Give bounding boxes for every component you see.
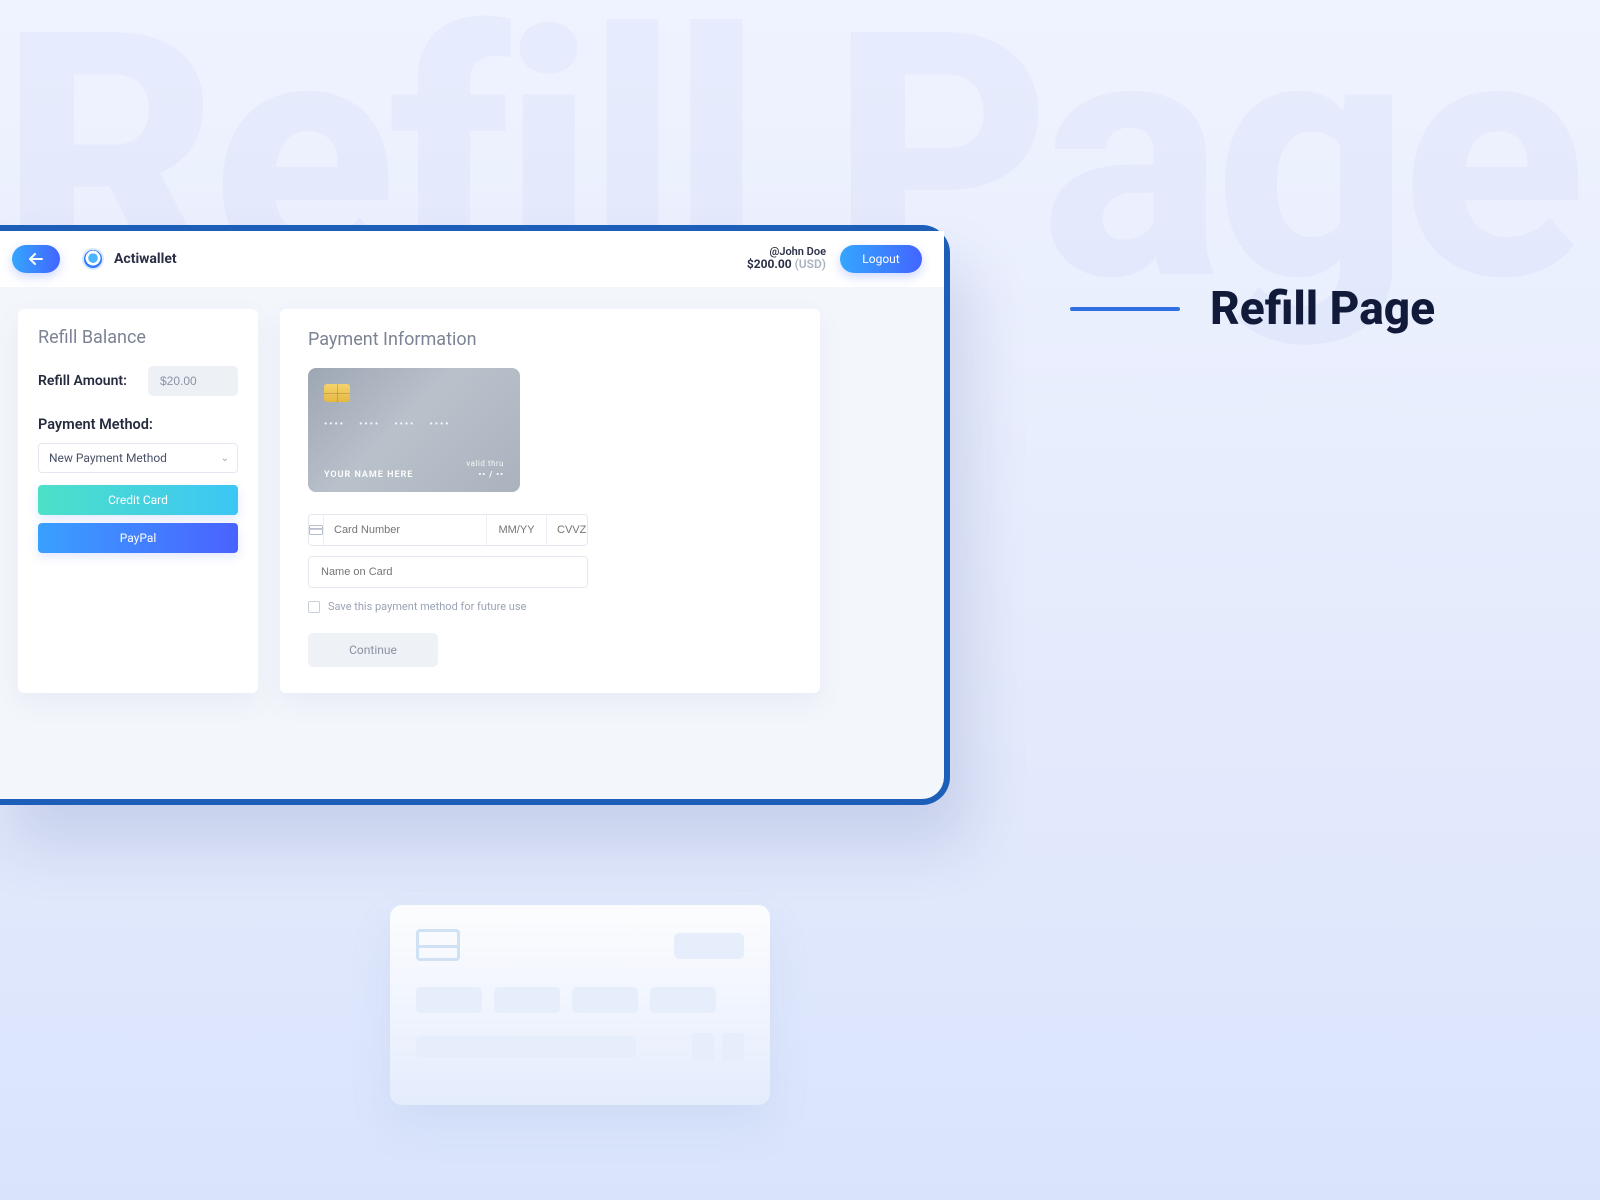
chevron-down-icon: ⌄ xyxy=(221,453,229,464)
card-number-row xyxy=(308,514,588,546)
payment-method-select[interactable]: New Payment Method ⌄ xyxy=(38,443,238,473)
ghost-block xyxy=(416,1036,636,1058)
arrow-left-icon xyxy=(29,253,43,265)
card-number-input[interactable] xyxy=(324,515,486,545)
back-button[interactable] xyxy=(12,245,60,273)
payment-info-card: Payment Information •••• •••• •••• •••• … xyxy=(280,309,820,693)
card-expiry-input[interactable] xyxy=(486,515,546,545)
ghost-block xyxy=(572,987,638,1013)
card-chip-icon xyxy=(324,384,350,402)
content-area: Refill Balance Refill Amount: Payment Me… xyxy=(0,287,944,715)
refill-balance-card: Refill Balance Refill Amount: Payment Me… xyxy=(18,309,258,693)
ghost-block xyxy=(650,987,716,1013)
refill-amount-label: Refill Amount: xyxy=(38,373,127,389)
name-on-card-input[interactable] xyxy=(308,556,588,588)
user-info: @John Doe $200.00 (USD) xyxy=(747,246,826,271)
card-cvv-input[interactable] xyxy=(546,515,596,545)
credit-card-method-button[interactable]: Credit Card xyxy=(38,485,238,515)
brand-name: Actiwallet xyxy=(114,251,177,267)
ghost-block xyxy=(494,987,560,1013)
card-valid-value: •• / •• xyxy=(466,470,504,480)
payment-method-select-value: New Payment Method xyxy=(49,451,167,465)
ghost-chip-icon xyxy=(416,929,460,961)
brand-logo-icon xyxy=(82,248,104,270)
save-method-checkbox[interactable] xyxy=(308,601,320,613)
topbar: Actiwallet @John Doe $200.00 (USD) Logou… xyxy=(0,231,944,287)
ghost-block xyxy=(722,1033,744,1061)
page-title-wrap: Refill Page xyxy=(1070,282,1435,336)
ghost-block xyxy=(416,987,482,1013)
ghost-card-decoration xyxy=(390,905,770,1105)
paypal-method-button[interactable]: PayPal xyxy=(38,523,238,553)
balance-currency: (USD) xyxy=(795,257,826,271)
card-valid-label: valid thru xyxy=(466,459,504,469)
credit-card-icon xyxy=(309,515,324,545)
save-method-label: Save this payment method for future use xyxy=(328,600,526,613)
accent-bar xyxy=(1070,307,1180,311)
ghost-block xyxy=(692,1033,714,1061)
payment-method-label: Payment Method: xyxy=(38,416,238,433)
payment-card-title: Payment Information xyxy=(308,329,792,350)
card-name-placeholder: YOUR NAME HERE xyxy=(324,470,413,480)
refill-card-title: Refill Balance xyxy=(38,327,238,348)
balance-amount: $200.00 xyxy=(747,257,792,271)
refill-amount-input[interactable] xyxy=(148,366,238,396)
credit-card-preview: •••• •••• •••• •••• YOUR NAME HERE valid… xyxy=(308,368,520,492)
card-number-mask: •••• •••• •••• •••• xyxy=(324,420,504,430)
continue-button[interactable]: Continue xyxy=(308,633,438,667)
logout-button[interactable]: Logout xyxy=(840,245,922,273)
ghost-block xyxy=(674,933,744,959)
page-title: Refill Page xyxy=(1210,282,1435,336)
device-frame: Actiwallet @John Doe $200.00 (USD) Logou… xyxy=(0,225,950,805)
user-balance: $200.00 (USD) xyxy=(747,258,826,271)
